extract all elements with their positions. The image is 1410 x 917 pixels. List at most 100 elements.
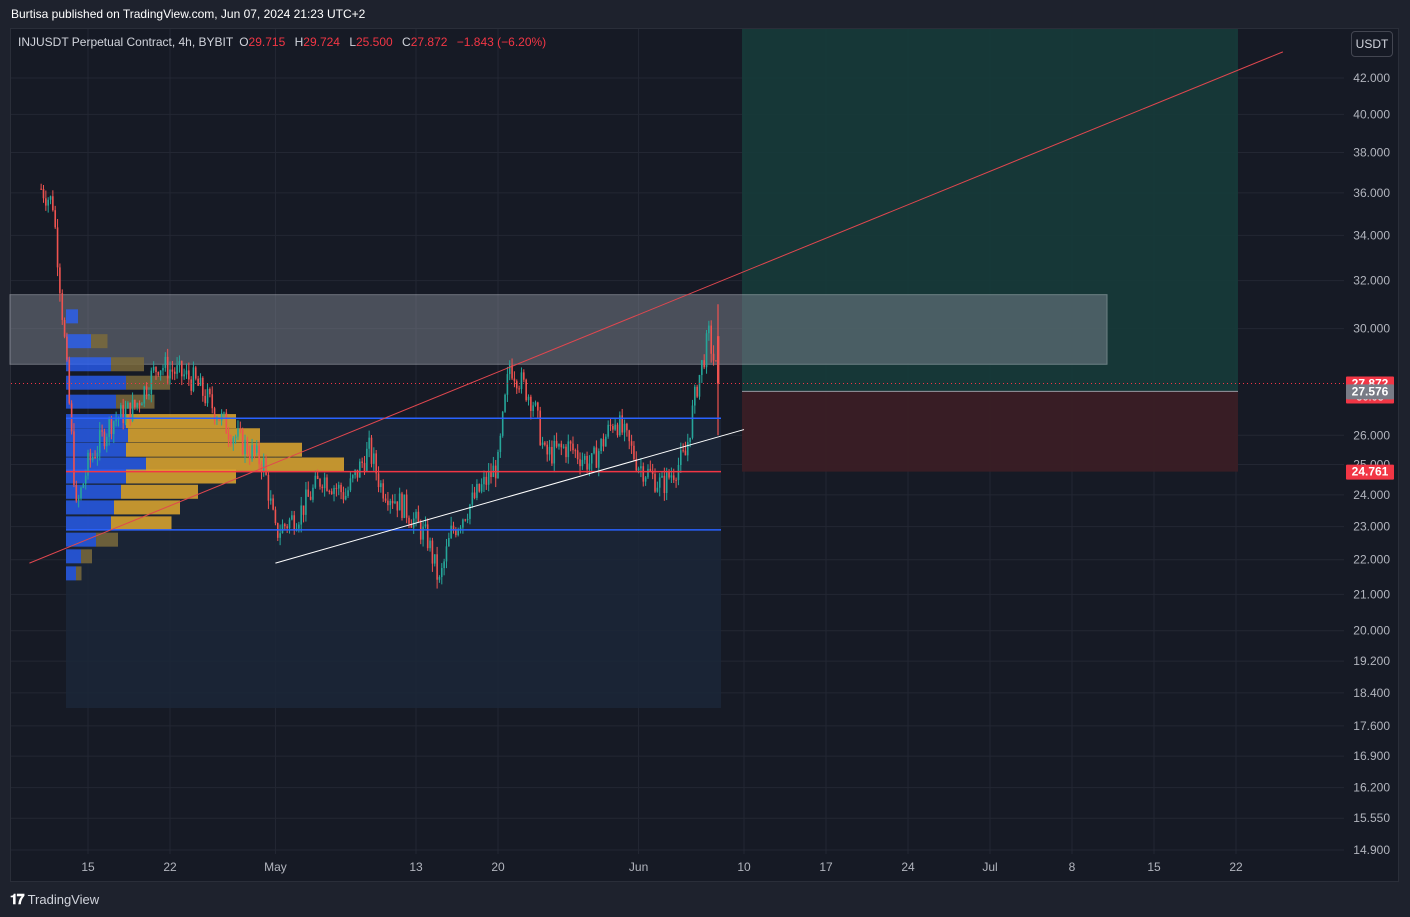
tradingview-logo[interactable]: 𝟏𝟕 TradingView: [10, 882, 99, 917]
currency-button[interactable]: USDT: [1351, 31, 1393, 57]
candle-body: [197, 378, 199, 386]
candle-body: [56, 227, 59, 268]
candle-body: [49, 196, 52, 200]
volume-bar-buy: [66, 394, 116, 409]
candle-body: [288, 519, 291, 529]
high-label: H: [294, 35, 304, 49]
candle-body: [183, 374, 185, 377]
volume-profile: [66, 309, 721, 708]
price-chart[interactable]: 15 22 May 13 20 Jun 10 17 24 Jul 8 15 22 42.000 40.00…: [0, 0, 1410, 917]
candle-body: [192, 367, 195, 391]
candle-body: [642, 466, 645, 482]
candle-body: [686, 442, 689, 456]
candle-body: [166, 356, 169, 379]
footer: 𝟏𝟕 TradingView: [0, 882, 1410, 917]
candle-body: [124, 408, 127, 424]
candle-body: [696, 386, 698, 397]
candle-body: [682, 450, 684, 452]
candle-body: [286, 526, 288, 529]
candle-body: [544, 442, 546, 445]
candle-body: [708, 325, 710, 334]
candle-body: [541, 442, 544, 445]
candle-body: [553, 440, 556, 464]
candle-body: [319, 478, 321, 487]
candle-body: [504, 394, 506, 412]
candle-body: [572, 443, 574, 451]
volume-bar-buy: [66, 442, 126, 457]
candle-body: [546, 444, 549, 455]
candle-body: [548, 446, 551, 455]
candle-body: [136, 403, 139, 408]
price-tick-label: 16.200: [1353, 781, 1390, 795]
candle-body: [487, 471, 490, 485]
candle-body: [537, 402, 539, 411]
candle-body: [422, 526, 424, 540]
candle-body: [445, 546, 448, 562]
candle-body: [42, 188, 45, 199]
candle-body: [644, 477, 647, 482]
candle-body: [703, 360, 705, 368]
price-tick-label: 40.000: [1353, 107, 1390, 121]
candle-body: [169, 369, 171, 379]
candle-body: [684, 450, 687, 456]
candle-body: [112, 421, 115, 435]
candle-body: [630, 441, 633, 446]
time-tick-label: 13: [409, 860, 423, 874]
candle-body: [520, 372, 523, 390]
candle-body: [84, 475, 87, 484]
candle-body: [148, 393, 150, 396]
candle-body: [501, 411, 504, 436]
candle-body: [59, 267, 61, 294]
candle-body: [532, 405, 534, 411]
candle-body: [581, 459, 584, 467]
candle-body: [204, 395, 206, 404]
candle-body: [157, 371, 160, 376]
candle-body: [471, 492, 474, 505]
symbol-legend: INJUSDT Perpetual Contract, 4h, BYBIT O29…: [18, 34, 546, 50]
candle-body: [253, 445, 256, 453]
candle-body: [555, 440, 558, 447]
candle-body: [576, 450, 579, 460]
candle-body: [103, 431, 106, 447]
candle-body: [333, 487, 335, 494]
candle-body: [54, 210, 57, 228]
candle-body: [110, 419, 113, 435]
volume-bar-buy: [66, 549, 81, 564]
price-tick-label: 24.000: [1353, 488, 1390, 502]
candle-body: [640, 466, 642, 469]
candle-body: [508, 365, 511, 375]
candle-body: [267, 474, 270, 501]
candle-body: [380, 483, 382, 488]
candle-body: [396, 501, 399, 511]
symbol-title: INJUSDT Perpetual Contract, 4h, BYBIT: [18, 35, 234, 49]
candle-body: [602, 438, 605, 447]
candle-body: [424, 524, 427, 527]
candle-body: [40, 188, 42, 190]
candle-body: [173, 371, 176, 374]
candle-body: [499, 435, 502, 452]
candle-body: [300, 505, 303, 525]
candle-body: [605, 436, 607, 447]
candle-body: [579, 459, 581, 467]
candle-body: [391, 500, 394, 504]
candle-body: [567, 441, 570, 458]
candle-body: [661, 475, 663, 478]
candle-body: [370, 437, 373, 464]
candle-body: [269, 498, 272, 501]
candle-body: [134, 399, 136, 408]
volume-bar-sell: [111, 516, 172, 531]
candle-body: [480, 484, 483, 492]
volume-bar-buy: [66, 414, 126, 429]
candle-body: [525, 379, 527, 401]
candle-body: [120, 405, 122, 418]
candle-body: [663, 475, 666, 494]
candle-body: [225, 412, 228, 434]
candle-body: [293, 515, 296, 531]
candle-body: [694, 386, 696, 406]
price-tick-label: 23.000: [1353, 520, 1390, 534]
volume-bar-sell: [76, 566, 82, 581]
candle-body: [408, 517, 410, 524]
candle-body: [590, 453, 593, 464]
candle-body: [127, 402, 129, 409]
time-tick-label: 15: [1147, 860, 1161, 874]
